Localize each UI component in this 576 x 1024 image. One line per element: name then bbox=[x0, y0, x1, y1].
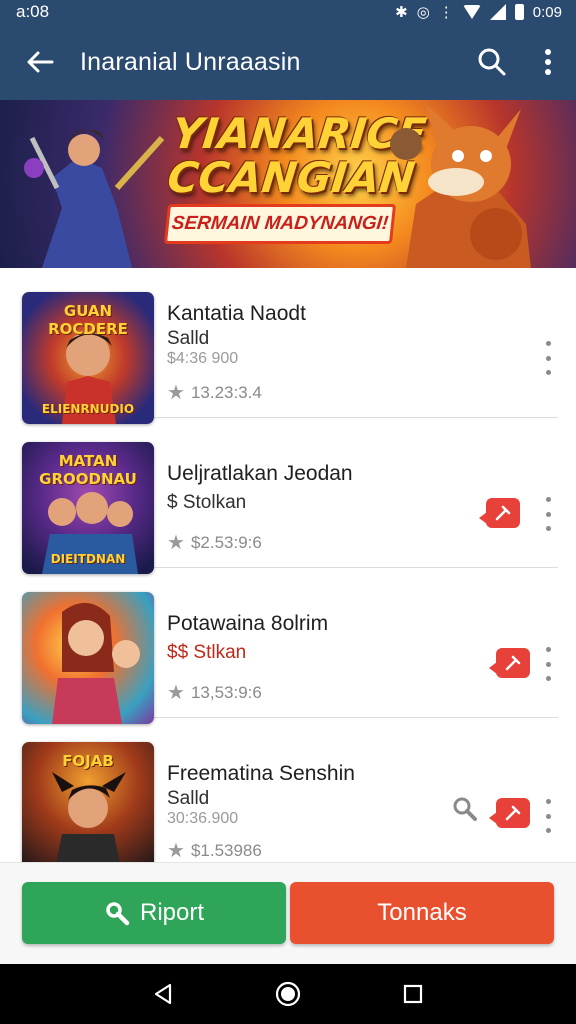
vibrate-icon: ⋮ bbox=[438, 4, 454, 21]
item-subtitle: Salld bbox=[167, 788, 210, 809]
nav-back-button[interactable] bbox=[143, 974, 183, 1014]
battery-icon bbox=[514, 4, 524, 20]
star-icon: ★ bbox=[167, 682, 185, 704]
tag-icon bbox=[505, 655, 521, 671]
more-vert-icon bbox=[545, 497, 551, 502]
banner-headline-line2: CCANGIAN bbox=[165, 153, 418, 202]
item-thumbnail[interactable]: GUAN ROCDERE ELIENRNUDIO bbox=[22, 292, 154, 424]
thumbnail-title: MATAN GROODNAU bbox=[39, 452, 137, 488]
report-button-label: Riport bbox=[139, 899, 205, 926]
nav-back-icon bbox=[154, 983, 171, 1005]
banner-headline-line1: YIANARICE bbox=[169, 109, 429, 158]
item-subtitle: $$ Stlkan bbox=[167, 642, 247, 663]
item-more-button[interactable] bbox=[538, 644, 558, 684]
nav-home-icon bbox=[275, 981, 301, 1007]
item-rating: ★ $1.53986 bbox=[167, 838, 262, 862]
item-rating: ★ $2.53:9:6 bbox=[167, 530, 262, 555]
app-bar: Inaranial Unraaasin bbox=[0, 24, 576, 100]
more-vert-icon bbox=[545, 799, 551, 804]
item-name: Kantatia Naodt bbox=[167, 302, 306, 325]
promo-banner[interactable]: YIANARICE CCANGIAN SERMAIN MADYNANGI! bbox=[0, 100, 576, 268]
item-thumbnail[interactable]: MATAN GROODNAU DIEITDNAN bbox=[22, 442, 154, 574]
tonnaks-button-label: Tonnaks bbox=[377, 899, 467, 926]
overflow-menu-button[interactable] bbox=[520, 24, 576, 100]
tonnaks-button[interactable]: Tonnaks bbox=[290, 882, 554, 944]
banner-tagline: SERMAIN MADYNANGI! bbox=[163, 204, 397, 244]
thumbnail-subtitle: DIEITDNAN bbox=[50, 552, 126, 566]
more-vert-icon bbox=[545, 647, 551, 652]
item-name: Potawaina 8olrim bbox=[167, 612, 329, 635]
list-item[interactable]: FOJAB Freematina Senshin Salld 30:36.900… bbox=[22, 718, 558, 862]
report-button[interactable]: Riport bbox=[22, 882, 286, 944]
item-price: 30:36.900 bbox=[167, 810, 239, 827]
more-vert-icon bbox=[545, 49, 551, 75]
rating-value: $2.53:9:6 bbox=[190, 532, 262, 552]
thumbnail-title: GUAN ROCDERE bbox=[48, 302, 128, 338]
screen: a:08 ✱ ◎ ⋮ 0:09 Inaranial Unraaasin YIAN… bbox=[0, 0, 576, 1024]
item-thumbnail[interactable]: FOJAB bbox=[22, 742, 154, 862]
item-more-button[interactable] bbox=[538, 338, 558, 378]
bluetooth-icon: ✱ bbox=[395, 4, 408, 21]
back-arrow-icon bbox=[27, 51, 54, 73]
hero-character-right bbox=[390, 104, 531, 268]
item-rating: ★ 13,53:9:6 bbox=[167, 680, 262, 705]
item-price: $4:36 900 bbox=[167, 350, 239, 367]
tag-icon bbox=[505, 805, 521, 821]
back-button[interactable] bbox=[0, 24, 80, 100]
tag-button[interactable] bbox=[489, 798, 530, 828]
wrench-icon bbox=[106, 902, 130, 926]
nav-recents-icon bbox=[404, 984, 423, 1004]
wrench-icon[interactable] bbox=[452, 796, 478, 822]
star-icon: ★ bbox=[167, 532, 185, 554]
location-icon: ◎ bbox=[416, 4, 430, 21]
thumbnail-art bbox=[52, 602, 140, 724]
item-thumbnail[interactable] bbox=[22, 592, 154, 724]
banner-headline: YIANARICE CCANGIAN bbox=[165, 109, 429, 202]
list-item[interactable]: Potawaina 8olrim $$ Stlkan ★ 13,53:9:6 bbox=[22, 568, 558, 724]
star-icon: ★ bbox=[167, 840, 185, 862]
thumbnail-subtitle: ELIENRNUDIO bbox=[41, 402, 135, 416]
status-icons: ✱ ◎ ⋮ 0:09 bbox=[395, 3, 562, 22]
signal-icon bbox=[489, 4, 506, 20]
item-list: GUAN ROCDERE ELIENRNUDIO Kantatia Naodt … bbox=[0, 268, 576, 862]
tag-button[interactable] bbox=[489, 648, 530, 678]
rating-value: 13.23:3.4 bbox=[190, 382, 262, 402]
rating-value: 13,53:9:6 bbox=[190, 682, 262, 702]
tag-button[interactable] bbox=[479, 498, 520, 528]
star-icon: ★ bbox=[167, 382, 185, 404]
status-right-time: 0:09 bbox=[532, 3, 562, 21]
item-subtitle: $ Stolkan bbox=[167, 492, 247, 513]
wifi-icon bbox=[462, 5, 481, 19]
status-bar: a:08 ✱ ◎ ⋮ 0:09 bbox=[0, 0, 576, 24]
item-subtitle: Salld bbox=[167, 328, 210, 349]
list-item[interactable]: GUAN ROCDERE ELIENRNUDIO Kantatia Naodt … bbox=[22, 268, 558, 424]
status-time: a:08 bbox=[16, 2, 50, 21]
item-name: Ueljratlakan Jeodan bbox=[167, 462, 353, 485]
system-nav-bar bbox=[0, 964, 576, 1024]
rating-value: $1.53986 bbox=[190, 840, 262, 860]
hero-character-left bbox=[24, 129, 165, 268]
item-name: Freematina Senshin bbox=[167, 762, 355, 785]
nav-home-button[interactable] bbox=[268, 974, 308, 1014]
tag-icon bbox=[495, 505, 511, 521]
search-icon bbox=[478, 48, 506, 76]
thumbnail-title: FOJAB bbox=[62, 752, 114, 770]
action-bar: Riport Tonnaks bbox=[0, 862, 576, 964]
item-more-button[interactable] bbox=[538, 494, 558, 534]
page-title: Inaranial Unraaasin bbox=[80, 47, 301, 76]
search-button[interactable] bbox=[464, 24, 520, 100]
item-more-button[interactable] bbox=[538, 796, 558, 836]
more-vert-icon bbox=[545, 341, 551, 346]
item-rating: ★ 13.23:3.4 bbox=[167, 380, 262, 405]
nav-recents-button[interactable] bbox=[393, 974, 433, 1014]
list-item[interactable]: MATAN GROODNAU DIEITDNAN Ueljratlakan Je… bbox=[22, 418, 558, 574]
